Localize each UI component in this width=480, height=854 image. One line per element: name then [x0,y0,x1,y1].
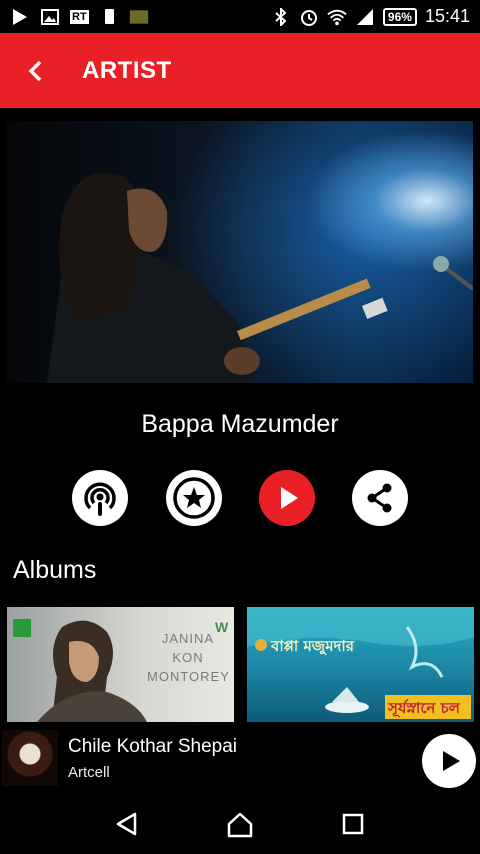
star-icon [173,477,215,519]
rt-news-icon: RT [70,9,89,24]
chevron-left-icon [28,60,42,81]
home-icon [227,812,253,838]
nav-recents-button[interactable] [333,804,373,844]
wifi-icon [327,9,347,25]
play-icon [13,8,27,25]
sim-icon [104,8,114,24]
play-icon [443,751,460,771]
image-icon [41,8,59,25]
album-cover-text: JANINA KON MONTOREY [147,631,230,684]
nav-back-button[interactable] [107,804,147,844]
share-button[interactable] [352,470,408,526]
artist-photo-illustration [47,172,473,383]
album-card[interactable]: W JANINA KON MONTOREY [7,607,234,722]
favorite-button[interactable] [166,470,222,526]
artist-name: Bappa Mazumder [141,410,339,438]
play-icon [281,487,298,509]
album-card[interactable]: সূর্যস্নানে চল বাপ্পা মজুমদার [247,607,474,722]
share-icon [367,483,392,513]
svg-text:সূর্যস্নানে চল: সূর্যস্নানে চল [387,698,461,718]
now-playing-artist: Artcell [68,763,110,781]
podcast-button[interactable] [72,470,128,526]
now-playing-bar[interactable]: Chile Kothar Shepai Artcell [0,722,480,794]
system-nav-bar [0,794,480,854]
recents-icon [343,813,364,835]
bluetooth-icon [275,7,287,26]
alarm-icon [300,9,317,26]
artist-photo [7,121,473,383]
play-artist-button[interactable] [259,470,315,526]
back-triangle-icon [116,812,136,836]
back-button[interactable] [0,33,70,108]
album-cover-art: সূর্যস্নানে চল [247,607,474,719]
battery-indicator: 96% [382,7,417,26]
nav-home-button[interactable] [220,804,260,844]
page-title: ARTIST [82,56,172,84]
podcast-icon [84,482,116,516]
signal-icon [356,8,373,25]
app-icon [129,9,148,24]
now-playing-artwork [2,730,58,786]
artist-actions [0,470,480,528]
now-playing-title: Chile Kothar Shepai [68,735,237,757]
albums-heading: Albums [13,556,97,584]
app-bar: ARTIST [0,33,480,108]
clock: 15:41 [424,6,470,26]
album-cover-text: বাপ্পা মজুমদার [271,637,355,655]
now-playing-play-button[interactable] [422,734,476,788]
status-bar: RT 96% 15:41 [0,0,480,33]
